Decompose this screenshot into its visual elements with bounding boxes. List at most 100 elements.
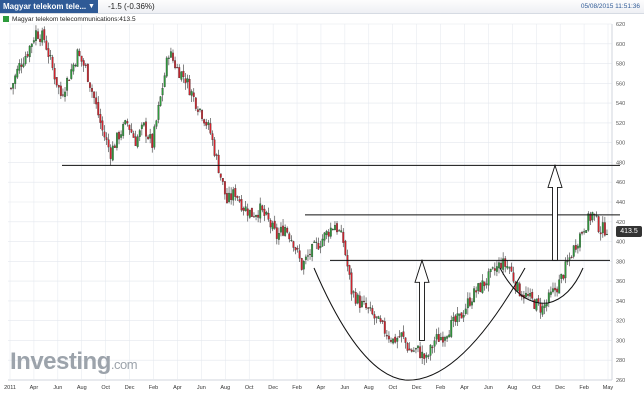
candle-body bbox=[458, 313, 461, 316]
candle-body bbox=[169, 51, 172, 58]
candle-body bbox=[178, 67, 181, 79]
candle-body bbox=[583, 231, 586, 233]
x-tick-label: Feb bbox=[292, 385, 301, 391]
candle-body bbox=[115, 132, 118, 148]
candle-body bbox=[182, 70, 185, 78]
candle-body bbox=[304, 256, 307, 260]
candle-body bbox=[159, 96, 162, 106]
candle-body bbox=[14, 75, 17, 84]
candle-body bbox=[284, 226, 287, 236]
candle-body bbox=[196, 109, 199, 112]
candle-body bbox=[41, 30, 44, 43]
candle-body bbox=[230, 193, 233, 200]
candle-body bbox=[124, 120, 127, 125]
candle-body bbox=[317, 243, 320, 250]
candle-body bbox=[471, 301, 473, 306]
candle-body bbox=[562, 275, 565, 279]
candle-body bbox=[244, 206, 247, 212]
candle-body bbox=[298, 250, 301, 259]
candle-body bbox=[340, 230, 343, 233]
candle-body bbox=[601, 222, 604, 234]
candle-body bbox=[460, 312, 463, 319]
candle-body bbox=[369, 307, 372, 309]
candle-body bbox=[221, 178, 224, 182]
candle-body bbox=[165, 57, 168, 77]
candle-body bbox=[192, 92, 195, 97]
candle-body bbox=[161, 88, 164, 96]
candle-body bbox=[223, 181, 226, 195]
x-tick-label: Apr bbox=[30, 385, 39, 391]
candle-body bbox=[30, 43, 33, 47]
x-tick-label: Dec bbox=[412, 385, 422, 391]
candle-body bbox=[421, 351, 424, 359]
candle-body bbox=[597, 216, 600, 233]
candle-body bbox=[261, 205, 264, 211]
candle-body bbox=[336, 223, 338, 233]
y-tick-label: 440 bbox=[616, 200, 625, 206]
candle-body bbox=[292, 241, 295, 248]
x-tick-label: Jun bbox=[197, 385, 206, 391]
candle-body bbox=[489, 268, 492, 273]
candles bbox=[10, 25, 608, 366]
candle-body bbox=[226, 193, 228, 204]
y-tick-label: 280 bbox=[616, 358, 625, 364]
y-tick-label: 380 bbox=[616, 259, 625, 265]
candle-body bbox=[296, 248, 299, 250]
candle-body bbox=[427, 355, 430, 357]
candle-body bbox=[334, 225, 336, 231]
candle-body bbox=[126, 121, 129, 124]
y-tick-label: 320 bbox=[616, 319, 625, 325]
candle-body bbox=[323, 232, 326, 241]
x-tick-label: Aug bbox=[507, 385, 517, 391]
candle-body bbox=[581, 232, 583, 234]
candle-body bbox=[498, 262, 500, 269]
x-tick-label: Jun bbox=[484, 385, 493, 391]
candle-body bbox=[215, 154, 218, 156]
candle-body bbox=[431, 346, 434, 348]
y-tick-label: 300 bbox=[616, 338, 625, 344]
y-tick-label: 600 bbox=[616, 42, 625, 48]
candle-body bbox=[107, 139, 110, 148]
candle-body bbox=[47, 48, 50, 57]
candle-body bbox=[437, 334, 440, 342]
investing-logo: Investing.com bbox=[10, 348, 138, 376]
last-price-tag: 413.5 bbox=[616, 226, 642, 237]
candle-body bbox=[97, 102, 100, 116]
candle-body bbox=[454, 315, 457, 322]
candle-body bbox=[464, 308, 467, 314]
candle-body bbox=[55, 77, 58, 86]
candle-body bbox=[383, 321, 386, 334]
candle-body bbox=[446, 336, 449, 339]
candle-body bbox=[68, 79, 71, 81]
candle-body bbox=[381, 320, 384, 323]
candle-body bbox=[394, 336, 397, 343]
candle-body bbox=[219, 173, 222, 178]
candle-body bbox=[24, 56, 27, 64]
y-tick-label: 620 bbox=[616, 22, 625, 28]
x-tick-label: Feb bbox=[436, 385, 445, 391]
candle-body bbox=[203, 119, 206, 124]
candle-body bbox=[57, 85, 60, 88]
candle-body bbox=[45, 40, 48, 50]
candle-body bbox=[53, 68, 56, 80]
candle-body bbox=[207, 122, 210, 125]
candle-body bbox=[516, 282, 519, 292]
breakout-arrow-icon bbox=[414, 258, 430, 341]
candle-body bbox=[80, 55, 83, 62]
candle-body bbox=[39, 38, 42, 42]
price-chart[interactable]: 2602803003203403603804004204404604805005… bbox=[0, 0, 644, 400]
candle-body bbox=[172, 52, 174, 61]
candle-body bbox=[350, 272, 353, 295]
candle-body bbox=[587, 213, 590, 231]
candle-body bbox=[331, 228, 334, 231]
y-axis: 2602803003203403603804004204404604805005… bbox=[616, 22, 625, 384]
x-tick-label: Aug bbox=[77, 385, 87, 391]
candle-body bbox=[338, 230, 341, 232]
chart-grid bbox=[8, 23, 613, 381]
candle-body bbox=[452, 317, 455, 321]
candle-body bbox=[352, 291, 355, 293]
candle-body bbox=[568, 257, 571, 260]
candle-body bbox=[448, 334, 451, 338]
y-tick-label: 420 bbox=[616, 220, 625, 226]
candle-body bbox=[537, 298, 540, 303]
